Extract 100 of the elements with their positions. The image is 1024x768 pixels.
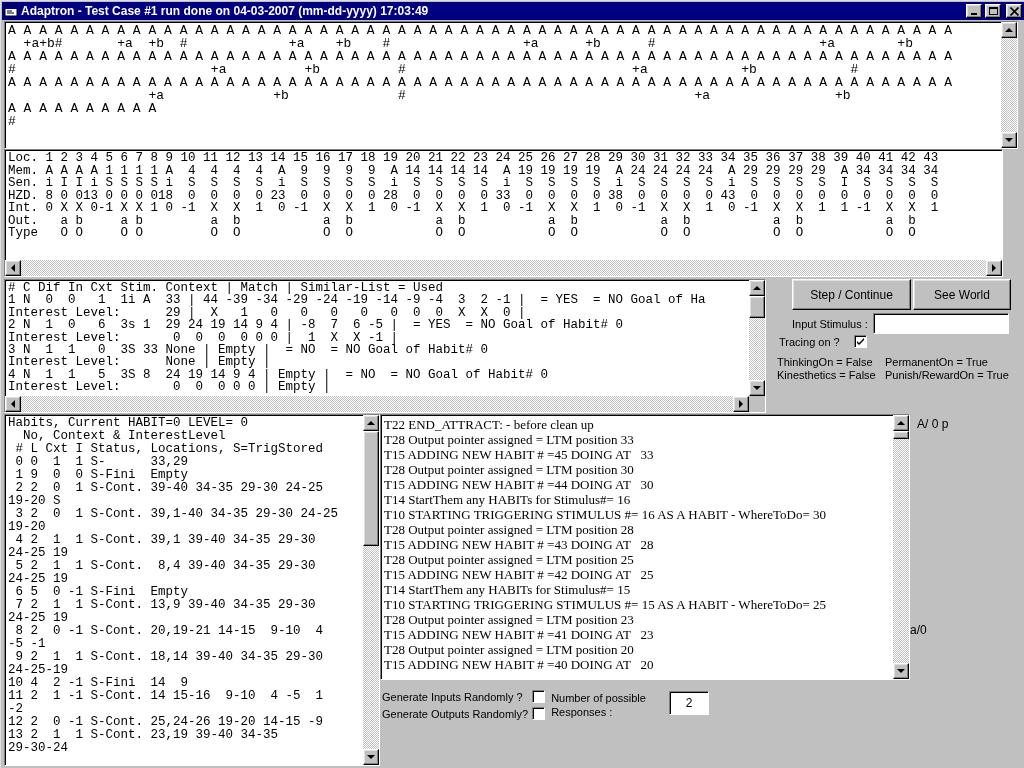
- scroll-thumb[interactable]: [363, 431, 379, 546]
- world-line: A A A A A A A A A A A A A A A A A A A A A A A A A A A A A A A A A A A A A A A A A A A A A A A A A A A A A A A A A A A A A: [8, 50, 952, 63]
- scroll-left-button[interactable]: [5, 260, 21, 276]
- habit-line: 0 0 1 1 S- 33,29: [14, 456, 189, 469]
- step-button[interactable]: Step / Continue: [792, 279, 911, 310]
- log-line: T15 ADDING NEW HABIT # =41 DOING AT 23: [384, 627, 654, 642]
- scroll-up-button[interactable]: [893, 415, 909, 431]
- close-button[interactable]: [1006, 4, 1022, 18]
- match-line: Interest Level: None | Empty |: [8, 356, 271, 369]
- responses-label: Number of possible Responses :: [551, 691, 647, 719]
- habit-line: 8 2 0 -1 S-Cont. 20,19-21 14-15 9-10 4: [14, 625, 324, 638]
- status-text: ThinkingOn = False: [777, 356, 874, 369]
- habit-line: 19-20: [8, 521, 46, 534]
- responses-field[interactable]: 2: [669, 691, 710, 715]
- scroll-left-button[interactable]: [5, 396, 21, 412]
- log-line: T15 ADDING NEW HABIT # =45 DOING AT 33: [384, 447, 654, 462]
- maximize-icon: [988, 7, 998, 15]
- horizontal-scrollbar[interactable]: [5, 396, 749, 412]
- log-line: T10 STARTING TRIGGERING STIMULUS #= 16 AS A HABIT - WhereToDo= 30: [384, 507, 826, 522]
- scroll-right-button[interactable]: [986, 260, 1002, 276]
- match-line: 4 N 1 1 5 3S 8 24 19 14 9 4 | Empty | = NO = NO Goal of Habit# 0: [8, 368, 549, 382]
- log-line: T28 Output pointer assigned = LTM position 25: [384, 552, 634, 567]
- scroll-down-button[interactable]: [893, 663, 909, 679]
- log-line: T14 StartThem any HABITs for Stimulus#= 15: [384, 582, 631, 597]
- scroll-down-button[interactable]: [363, 749, 379, 765]
- habit-line: 10 4 2 -1 S-Fini 14 9: [8, 677, 189, 690]
- down-arrow-icon: [1005, 138, 1013, 142]
- side-label: a/0: [910, 623, 928, 637]
- log-line: T14 StartThem any HABITs for Stimulus#= 16: [384, 492, 631, 507]
- memory-row: Type O O O O O O O O O O O O O O O O O O: [8, 227, 916, 240]
- habit-line: 9 2 1 1 S-Cont. 18,14 39-40 34-35 29-30: [14, 651, 324, 664]
- habit-line: Habits, Current HABIT=0 LEVEL= 0: [8, 417, 249, 430]
- checkbox[interactable]: [532, 707, 546, 720]
- status-text: Kinesthetics = False: [777, 369, 877, 382]
- world-line: A A A A A A A A A A A A A A A A A A A A A A A A A A A A A A A A A A A A A A A A A A A A A A A A A A A A A A A A A A A A A: [8, 24, 952, 37]
- scroll-down-button[interactable]: [1001, 132, 1017, 148]
- habit-line: 29-30-24: [8, 742, 68, 755]
- maximize-button[interactable]: [985, 4, 1001, 18]
- match-line: Interest Level: 0 0 0 0 0 | Empty |: [8, 381, 331, 394]
- habit-line: 11 2 1 -1 S-Cont. 14 15-16 9-10 4 -5 1: [8, 690, 324, 703]
- habit-line: No, Context & InterestLevel: [22, 430, 226, 443]
- habit-line: 1 9 0 0 S-Fini Empty: [14, 469, 189, 482]
- checkbox-label: Tracing on ?: [779, 335, 840, 348]
- scroll-up-button[interactable]: [749, 280, 765, 296]
- match-line: Interest Level: 29 | X 1 0 0 0 0 0 0 0 X X 0 |: [8, 306, 526, 320]
- scroll-up-button[interactable]: [363, 415, 379, 431]
- memory-row: Loc. 1 2 3 4 5 6 7 8 9 10 11 12 13 14 15 16 17 18 19 20 21 22 23 24 25 26 27 28 29 30 31 32 33 34 35 36 37 38 39 40 41 42 43: [8, 152, 939, 165]
- down-arrow-icon: [367, 755, 375, 759]
- habit-line: 2 2 0 1 S-Cont. 39-40 34-35 29-30 24-25: [14, 482, 324, 495]
- log-line: T28 Output pointer assigned = LTM position 23: [384, 612, 634, 627]
- up-arrow-icon: [367, 421, 375, 425]
- vertical-scrollbar[interactable]: [749, 280, 765, 396]
- habit-line: 13 2 1 1 S-Cont. 23,19 39-40 34-35: [8, 729, 279, 742]
- down-arrow-icon: [753, 386, 761, 390]
- habit-line: -2: [8, 703, 23, 716]
- vertical-scrollbar[interactable]: [893, 415, 909, 679]
- log-line: T28 Output pointer assigned = LTM position 28: [384, 522, 634, 537]
- close-icon: [1009, 6, 1019, 16]
- log-line: T28 Output pointer assigned = LTM position 30: [384, 462, 634, 477]
- right-arrow-icon: [739, 400, 743, 408]
- habit-line: 5 2 1 1 S-Cont. 8,4 39-40 34-35 29-30: [14, 560, 316, 573]
- status-text: PermanentOn = True: [884, 356, 989, 369]
- scroll-down-button[interactable]: [749, 380, 765, 396]
- input-label: Input Stimulus :: [792, 317, 868, 330]
- log-line: T15 ADDING NEW HABIT # =40 DOING AT 20: [384, 657, 654, 672]
- see-world-button[interactable]: See World: [913, 279, 1011, 310]
- world-line: A A A A A A A A A A: [8, 102, 157, 115]
- world-line: #: [8, 115, 16, 128]
- checkbox[interactable]: [853, 335, 867, 348]
- log-line: T15 ADDING NEW HABIT # =44 DOING AT 30: [384, 477, 654, 492]
- scroll-thumb[interactable]: [749, 296, 765, 318]
- right-arrow-icon: [992, 264, 996, 272]
- checkbox-label: Generate Inputs Randomly ?: [382, 690, 524, 703]
- minimize-icon: [971, 13, 977, 15]
- log-line: T28 Output pointer assigned = LTM position 33: [384, 432, 634, 447]
- match-line: # C Dif In Cxt Stim. Context | Match | Similar-List = Used: [8, 282, 444, 295]
- checkbox-label: Generate Outputs Randomly?: [382, 707, 529, 720]
- habit-line: 6 5 0 -1 S-Fini Empty: [14, 586, 189, 599]
- vertical-scrollbar[interactable]: [1001, 22, 1017, 148]
- input-field[interactable]: [872, 313, 1009, 334]
- habit-line: 24-25-19: [8, 664, 68, 677]
- horizontal-scrollbar[interactable]: [5, 260, 1002, 276]
- side-label: A/ 0 p: [917, 417, 949, 431]
- memory-row: Int. 0 X X 0-1 X X 1 0 -1 X X 1 0 -1 X X 1 0 -1 X X 1 0 -1 X X 1 0 -1 X X 1 0 -1 X X 1 1 -1 X X 1: [8, 202, 939, 215]
- habit-line: 19-20 S: [8, 495, 61, 508]
- left-arrow-icon: [11, 264, 15, 272]
- minimize-button[interactable]: [966, 4, 982, 18]
- scroll-right-button[interactable]: [733, 396, 749, 412]
- habit-line: -5 -1: [8, 638, 46, 651]
- checkbox[interactable]: [532, 690, 546, 703]
- vertical-scrollbar[interactable]: [363, 415, 379, 765]
- window-title: Adaptron - Test Case #1 run done on 04-03-2007 (mm-dd-yyyy) 17:03:49: [21, 4, 430, 18]
- up-arrow-icon: [897, 421, 905, 425]
- world-line: A A A A A A A A A A A A A A A A A A A A A A A A A A A A A A A A A A A A A A A A A A A A A A A A A A A A A A A A A A A A A: [8, 76, 952, 89]
- up-arrow-icon: [753, 286, 761, 290]
- memory-row: HZD. 8 0 013 0 0 0 018 0 0 0 0 23 0 0 0 0 28 0 0 0 0 33 0 0 0 0 38 0 0 0 0 43 0 0 0 0 0 0 0 0 0: [8, 189, 939, 202]
- world-line: +a+b# +a +b # +a +b # +a +b # +a +b: [22, 37, 913, 50]
- scroll-thumb[interactable]: [893, 431, 909, 439]
- scroll-up-button[interactable]: [1001, 22, 1017, 38]
- habit-line: # L Cxt I Status, Locations, S=TrigStored: [14, 443, 324, 456]
